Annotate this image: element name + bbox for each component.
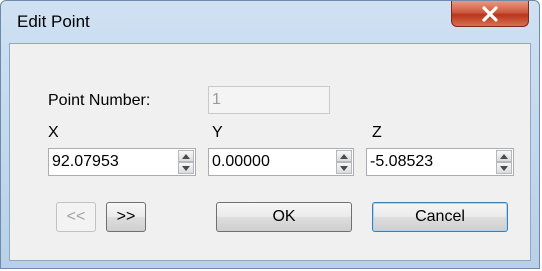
y-input[interactable]: 0.00000 xyxy=(208,148,354,176)
x-value: 92.07953 xyxy=(52,153,119,170)
x-input[interactable]: 92.07953 xyxy=(48,148,196,176)
spin-down-icon xyxy=(340,165,348,171)
z-value: -5.08523 xyxy=(370,153,434,170)
z-spin-down-button[interactable] xyxy=(496,162,512,174)
window-title: Edit Point xyxy=(17,12,90,31)
y-spin-up-button[interactable] xyxy=(336,150,352,162)
x-label: X xyxy=(48,124,59,141)
spin-up-icon xyxy=(500,153,508,159)
dialog-body: Point Number: 1 X Y Z 92.07953 0.00000 -… xyxy=(9,43,531,261)
y-value: 0.00000 xyxy=(212,153,270,170)
z-input[interactable]: -5.08523 xyxy=(366,148,514,176)
previous-point-button[interactable]: << xyxy=(56,202,96,232)
x-spin-buttons xyxy=(178,150,194,174)
cancel-button[interactable]: Cancel xyxy=(372,202,508,232)
spin-down-icon xyxy=(500,165,508,171)
y-spin-down-button[interactable] xyxy=(336,162,352,174)
close-button[interactable] xyxy=(451,1,529,27)
ok-button[interactable]: OK xyxy=(216,202,352,232)
next-point-button[interactable]: >> xyxy=(106,202,146,232)
y-spin-buttons xyxy=(336,150,352,174)
close-icon xyxy=(482,5,498,22)
point-number-value: 1 xyxy=(212,91,221,108)
spin-up-icon xyxy=(182,153,190,159)
x-spin-up-button[interactable] xyxy=(178,150,194,162)
title-bar[interactable]: Edit Point xyxy=(1,1,539,41)
spin-up-icon xyxy=(340,153,348,159)
z-spin-buttons xyxy=(496,150,512,174)
x-spin-down-button[interactable] xyxy=(178,162,194,174)
z-label: Z xyxy=(372,124,382,141)
z-spin-up-button[interactable] xyxy=(496,150,512,162)
spin-down-icon xyxy=(182,165,190,171)
edit-point-dialog: Edit Point Point Number: 1 X Y Z 92.0795… xyxy=(0,0,540,269)
point-number-field: 1 xyxy=(208,86,330,114)
y-label: Y xyxy=(212,124,223,141)
point-number-label: Point Number: xyxy=(48,92,151,109)
